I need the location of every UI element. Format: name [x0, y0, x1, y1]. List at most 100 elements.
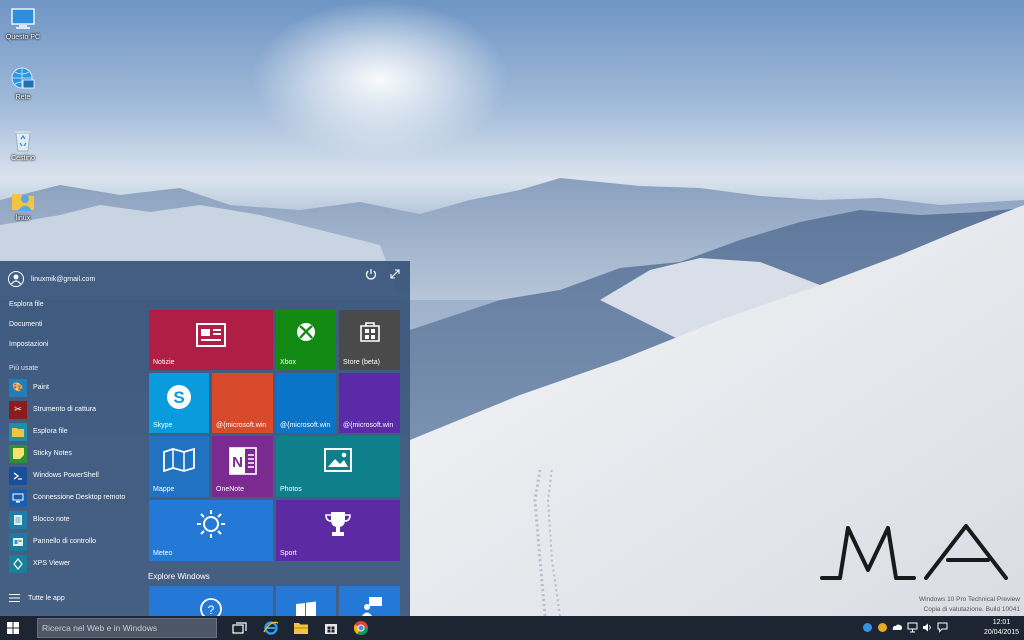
- skype-icon: S: [167, 385, 191, 409]
- start-button-windows-icon[interactable]: [6, 621, 20, 635]
- app-paint[interactable]: 🎨 Paint: [9, 378, 139, 397]
- app-xps-viewer[interactable]: XPS Viewer: [9, 554, 139, 573]
- svg-text:S: S: [173, 388, 184, 407]
- app-pannello-di-controllo[interactable]: Pannello di controllo: [9, 532, 139, 551]
- list-icon: [9, 594, 20, 602]
- tile-label: Photos: [280, 486, 302, 493]
- tile-label: @{microsoft.win: [216, 422, 267, 429]
- place-impostazioni[interactable]: Impostazioni: [9, 341, 48, 348]
- remote-desktop-icon: [9, 488, 27, 507]
- app-label: Paint: [33, 384, 49, 391]
- tile-label: Meteo: [153, 550, 173, 557]
- desktop-icon-label: Rete: [15, 94, 31, 101]
- tile-onenote[interactable]: N OneNote: [212, 436, 273, 497]
- app-sticky-notes[interactable]: Sticky Notes: [9, 444, 139, 463]
- app-label: Pannello di controllo: [33, 538, 97, 545]
- desktop-icon-questo-pc[interactable]: Questo PC: [4, 6, 42, 41]
- all-apps-button[interactable]: Tutte le app: [9, 594, 65, 602]
- chrome-icon[interactable]: [352, 619, 370, 637]
- app-label: Sticky Notes: [33, 450, 72, 457]
- tile-skype[interactable]: S Skype: [149, 373, 209, 433]
- tile-label: Notizie: [153, 359, 175, 366]
- desktop-icon-label: Questo PC: [5, 34, 41, 41]
- desktop-icon-cestino[interactable]: Cestino: [4, 127, 42, 162]
- user-folder-icon: [12, 194, 34, 211]
- start-menu-left-pane: linuxmik@gmail.com Esplora file Document…: [0, 261, 145, 616]
- tile-meteo[interactable]: Meteo: [149, 500, 273, 561]
- tile-store[interactable]: Store (beta): [339, 310, 400, 370]
- tile-explore-windows[interactable]: [276, 586, 336, 616]
- explore-windows-label: Explore Windows: [148, 572, 210, 581]
- computer-icon: [11, 8, 35, 29]
- app-windows-powershell[interactable]: Windows PowerShell: [9, 466, 139, 485]
- tile-explore-feedback[interactable]: [339, 586, 400, 616]
- place-esplora-file[interactable]: Esplora file: [9, 301, 44, 308]
- folder-icon: [9, 422, 27, 441]
- tile-label: @{microsoft.win: [280, 422, 331, 429]
- desktop-icon-rete[interactable]: Rete: [4, 66, 42, 101]
- tray-app-icon[interactable]: [862, 622, 873, 633]
- tile-label: Mappe: [153, 486, 175, 493]
- place-documenti[interactable]: Documenti: [9, 321, 42, 328]
- all-apps-label: Tutte le app: [28, 594, 65, 602]
- sticky-notes-icon: [9, 444, 27, 463]
- xbox-icon: [297, 323, 315, 341]
- file-explorer-icon[interactable]: [292, 619, 310, 637]
- tile-microsoft-win-2[interactable]: @{microsoft.win: [276, 373, 336, 433]
- expand-icon[interactable]: [388, 267, 402, 281]
- control-panel-icon: [9, 532, 27, 551]
- internet-explorer-icon[interactable]: [262, 619, 280, 637]
- app-esplora-file[interactable]: Esplora file: [9, 422, 139, 441]
- tile-microsoft-win-3[interactable]: @{microsoft.win: [339, 373, 400, 433]
- onenote-icon: N: [229, 447, 257, 475]
- tile-photos[interactable]: Photos: [276, 436, 400, 497]
- task-view-icon[interactable]: [231, 619, 249, 637]
- ma-watermark-logo: MA: [820, 524, 1008, 580]
- volume-icon[interactable]: [922, 622, 933, 633]
- user-email: linuxmik@gmail.com: [31, 275, 96, 283]
- app-label: Windows PowerShell: [33, 472, 99, 479]
- tile-xbox[interactable]: Xbox: [276, 310, 336, 370]
- tile-explore-help[interactable]: ?: [149, 586, 273, 616]
- app-label: Blocco note: [33, 516, 70, 523]
- watermark-build: Copia di valutazione. Build 10041: [923, 606, 1020, 613]
- desktop-icon-linux[interactable]: linux: [4, 187, 42, 222]
- app-strumento-di-cattura[interactable]: ✂ Strumento di cattura: [9, 400, 139, 419]
- network-tray-icon[interactable]: [907, 622, 918, 633]
- power-icon[interactable]: [364, 267, 378, 281]
- app-label: Connessione Desktop remoto: [33, 494, 126, 501]
- tile-microsoft-win-1[interactable]: @{microsoft.win: [212, 373, 273, 433]
- svg-text:N: N: [232, 454, 243, 471]
- tile-mappe[interactable]: Mappe: [149, 436, 209, 497]
- help-icon: ?: [200, 598, 222, 616]
- windows-logo-icon: [296, 601, 316, 616]
- search-box[interactable]: Ricerca nel Web e in Windows: [37, 618, 217, 638]
- tray-app-icon[interactable]: [877, 622, 888, 633]
- network-icon: [11, 67, 35, 89]
- action-center-icon[interactable]: [937, 622, 948, 633]
- store-taskbar-icon[interactable]: [322, 619, 340, 637]
- cloud-icon[interactable]: [892, 622, 903, 633]
- tile-label: Skype: [153, 422, 173, 429]
- photos-icon: [324, 448, 352, 472]
- trophy-icon: [325, 512, 351, 536]
- clock-date: 20/04/2015: [983, 629, 1019, 636]
- feedback-icon: [362, 597, 382, 616]
- app-connessione-desktop-remoto[interactable]: Connessione Desktop remoto: [9, 488, 139, 507]
- tile-label: @{microsoft.win: [343, 422, 394, 429]
- taskbar: Ricerca nel Web e in Windows 12:01 20/04…: [0, 616, 1024, 640]
- weather-icon: [197, 510, 225, 538]
- tile-label: OneNote: [216, 486, 245, 493]
- tile-label: Sport: [280, 550, 297, 557]
- desktop-icon-label: linux: [15, 215, 31, 222]
- most-used-label: Più usate: [9, 365, 39, 372]
- xps-viewer-icon: [9, 554, 27, 573]
- paint-icon: 🎨: [9, 378, 27, 397]
- store-icon: [360, 322, 380, 342]
- user-account[interactable]: linuxmik@gmail.com: [8, 271, 95, 287]
- clock[interactable]: 12:01 20/04/2015: [984, 618, 1019, 638]
- app-blocco-note[interactable]: Blocco note: [9, 510, 139, 529]
- tile-sport[interactable]: Sport: [276, 500, 400, 561]
- tile-notizie[interactable]: Notizie: [149, 310, 273, 370]
- user-avatar-icon: [8, 271, 24, 287]
